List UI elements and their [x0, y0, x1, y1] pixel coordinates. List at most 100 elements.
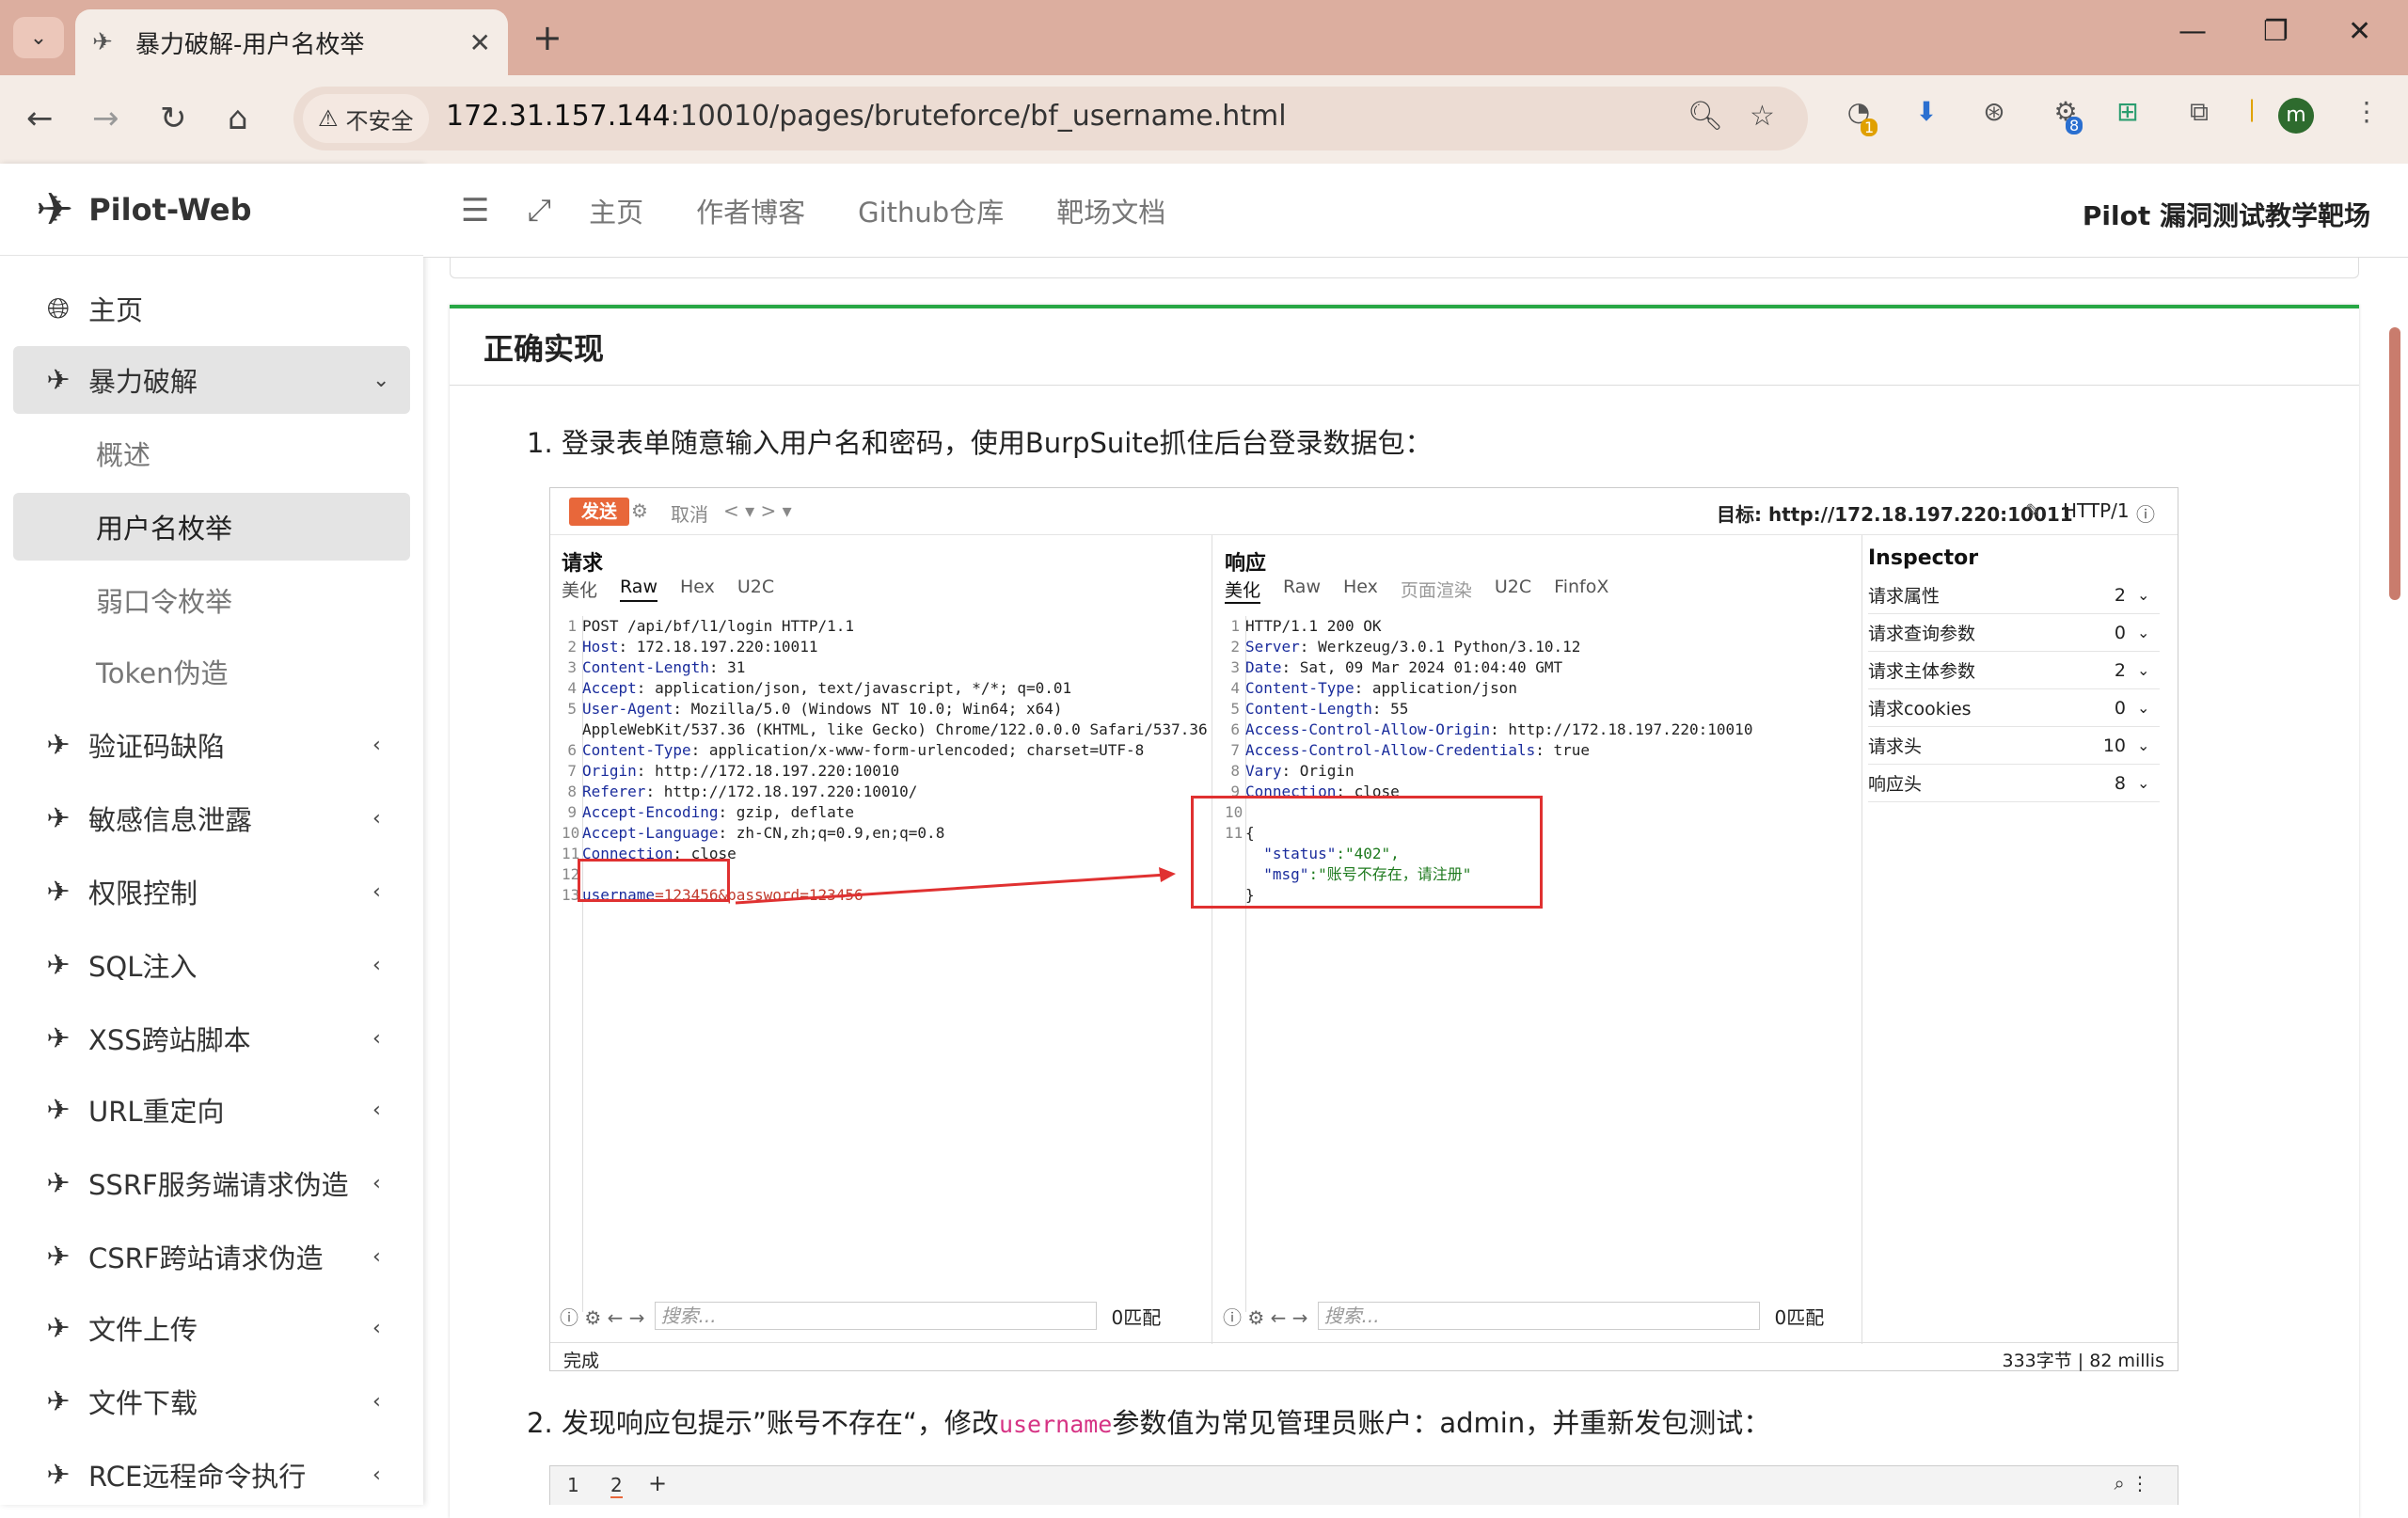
chevron-left-icon: ‹: [372, 1244, 381, 1269]
line-number: 1: [567, 617, 577, 635]
site-title: Pilot 漏洞测试教学靶场: [2082, 200, 2370, 231]
plane-icon: ✈: [46, 1458, 71, 1492]
browser-tab-strip: ⌄ ✈ 暴力破解-用户名枚举 ✕ + — ❐ ✕: [0, 0, 2408, 75]
minimize-icon[interactable]: —: [2178, 15, 2207, 48]
globe-extension-icon[interactable]: ⊛: [1975, 96, 2013, 134]
more-menu-icon[interactable]: ⋮: [2348, 96, 2385, 134]
sidebar-item-6[interactable]: ✈ XSS跨站脚本 ‹: [13, 1004, 410, 1072]
bookmark-star-icon[interactable]: ☆: [1750, 100, 1775, 133]
sidebar-item-3[interactable]: ✈ 敏感信息泄露 ‹: [13, 784, 410, 852]
nav-docs[interactable]: 靶场文档: [1056, 191, 1165, 230]
back-icon[interactable]: ←: [26, 100, 54, 137]
url-text[interactable]: 172.31.157.144:10010/pages/bruteforce/bf…: [446, 100, 1287, 133]
tab-search-button[interactable]: ⌄: [13, 17, 64, 58]
chevron-down-icon: ⌄: [2137, 774, 2150, 792]
code-key: User-Agent: [582, 700, 673, 718]
code-value: : Origin: [1281, 762, 1354, 780]
chevron-left-icon: ‹: [372, 1389, 381, 1414]
resp-tab-u2c: U2C: [1494, 577, 1532, 597]
cancel-button: 取消: [671, 503, 708, 526]
puzzle-extensions-icon[interactable]: ⧉: [2180, 96, 2218, 134]
menu-toggle-icon[interactable]: ☰: [461, 192, 489, 229]
sidebar-item-8[interactable]: ✈ SSRF服务端请求伪造 ‹: [13, 1149, 410, 1217]
browser-tab[interactable]: ✈ 暴力破解-用户名枚举 ✕: [75, 9, 508, 75]
line-number: 6: [567, 741, 577, 759]
restore-icon[interactable]: ❐: [2263, 15, 2289, 48]
translate-extension-icon[interactable]: ⊞: [2109, 96, 2147, 134]
code-line: 7 Origin: http://172.18.197.220:10010: [562, 761, 1208, 782]
target-label: 目标: http://172.18.197.220:10011: [1717, 503, 2073, 526]
chevron-down-icon: ⌄: [2137, 736, 2150, 754]
chevron-left-icon: ‹: [372, 1098, 381, 1122]
nav-github[interactable]: Github仓库: [858, 191, 1004, 230]
sidebar-item-label: SSRF服务端请求伪造: [88, 1169, 349, 1201]
status-size: 333字节 | 82 millis: [2002, 1351, 2165, 1371]
close-window-icon[interactable]: ✕: [2348, 15, 2371, 48]
code-key: Content-Type: [1245, 679, 1354, 697]
inspector-row-name: 请求主体参数: [1868, 661, 1976, 682]
inspector-row: 请求cookies 0 ⌄: [1868, 689, 2160, 727]
plane-icon: ✈: [46, 363, 71, 397]
sidebar-item-4[interactable]: ✈ 权限控制 ‹: [13, 858, 410, 925]
sidebar-item-11[interactable]: ✈ 文件下载 ‹: [13, 1368, 410, 1435]
proxy-extension-icon[interactable]: ⚙ 8: [2047, 96, 2084, 134]
download-extension-icon[interactable]: ⬇: [1908, 96, 1945, 134]
zoom-search-icon[interactable]: 🔍︎: [1687, 100, 1723, 133]
code-value: : application/json, text/javascript, */*…: [636, 679, 1072, 697]
sidebar-item-12[interactable]: ✈ RCE远程命令执行 ‹: [13, 1441, 410, 1509]
new-tab-button[interactable]: +: [532, 17, 562, 58]
chevron-down-icon: ⌄: [2137, 586, 2150, 604]
sidebar-item-9[interactable]: ✈ CSRF跨站请求伪造 ‹: [13, 1223, 410, 1290]
previous-card: [450, 258, 2359, 278]
fullscreen-icon[interactable]: ⤢: [527, 192, 551, 229]
inspector-row-name: 请求cookies: [1868, 699, 1972, 719]
code-value: : 55: [1371, 700, 1409, 718]
line-number: 2: [567, 638, 577, 656]
sidebar-item-2[interactable]: ✈ 验证码缺陷 ‹: [13, 711, 410, 779]
step-2-pre: 2. 发现响应包提示”账号不存在“，修改: [527, 1407, 999, 1439]
sidebar-subitem-2[interactable]: 弱口令枚举: [13, 566, 410, 634]
plane-icon: ✈: [46, 948, 71, 982]
sidebar-subitem-0[interactable]: 概述: [13, 419, 410, 487]
chevron-left-icon: ‹: [372, 733, 381, 757]
sidebar-item-1[interactable]: ✈ 暴力破解 ⌄: [13, 346, 410, 414]
line-number: 7: [1230, 741, 1240, 759]
code-line: 7 Access-Control-Allow-Credentials: true: [1225, 740, 1752, 761]
line-number: 12: [562, 865, 580, 883]
http-version: HTTP/1: [2063, 499, 2130, 522]
inspector-row-name: 请求查询参数: [1868, 624, 1976, 644]
sidebar-item-0[interactable]: 🌐︎ 主页: [13, 275, 410, 342]
response-searchbar: ⓘ ⚙ ← → 搜索... 0匹配: [1223, 1297, 1824, 1335]
page-scrollbar[interactable]: [2389, 327, 2400, 600]
code-line: 9 Accept-Encoding: gzip, deflate: [562, 802, 1208, 823]
brand[interactable]: ✈ Pilot-Web: [0, 164, 423, 256]
reload-icon[interactable]: ↻: [160, 100, 187, 137]
line-number: 2: [1230, 638, 1240, 656]
code-value: : http://172.18.197.220:10010: [636, 762, 900, 780]
line-number: 3: [567, 658, 577, 676]
code-key: Vary: [1245, 762, 1282, 780]
extension-icon[interactable]: ◔ 1: [1840, 96, 1878, 136]
code-line: 4 Accept: application/json, text/javascri…: [562, 678, 1208, 699]
insecure-label: 不安全: [345, 107, 414, 134]
sidebar-item-5[interactable]: ✈ SQL注入 ‹: [13, 931, 410, 999]
plane-icon: ✈: [46, 875, 71, 909]
home-icon[interactable]: ⌂: [228, 100, 248, 137]
code-key: Access-Control-Allow-Origin: [1245, 720, 1491, 738]
sidebar-subitem-3[interactable]: Token伪造: [13, 638, 410, 705]
nav-blog[interactable]: 作者博客: [696, 191, 805, 230]
code-line: 5 Content-Length: 55: [1225, 699, 1752, 719]
inspector-row-name: 响应头: [1868, 774, 1923, 795]
nav-home[interactable]: 主页: [589, 191, 643, 230]
line-number: 6: [1230, 720, 1240, 738]
profile-avatar[interactable]: m: [2278, 98, 2314, 134]
resp-tab-hex: Hex: [1342, 577, 1378, 597]
close-tab-icon[interactable]: ✕: [469, 27, 491, 58]
sidebar-item-10[interactable]: ✈ 文件上传 ‹: [13, 1294, 410, 1362]
sidebar-subitem-1[interactable]: 用户名枚举: [13, 493, 410, 561]
forward-icon[interactable]: →: [92, 100, 119, 137]
security-chip[interactable]: ⚠ 不安全: [303, 94, 429, 143]
sidebar-item-label: 权限控制: [88, 878, 198, 909]
help-icon: ⓘ ⚙ ← →: [1223, 1305, 1308, 1329]
sidebar-item-7[interactable]: ✈ URL重定向 ‹: [13, 1076, 410, 1144]
